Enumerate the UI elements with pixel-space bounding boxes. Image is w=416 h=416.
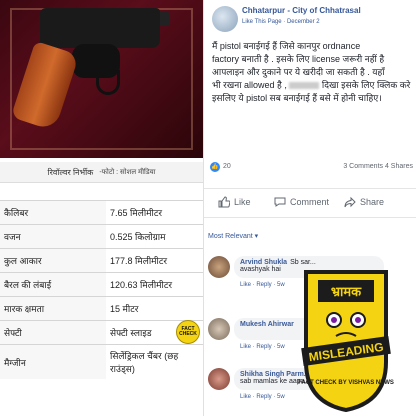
spec-row: मैग्जीन सिलेंड्रिकल चैंबर (छह राउंड्स) (0, 344, 203, 379)
post-line: मैं pistol बनाईगई हैं जिसे कानपुर ordnan… (212, 41, 361, 51)
misleading-badge: भ्रामक MISLEADING FACT CHECK BY VISHVAS … (298, 270, 394, 412)
spec-value: 177.8 मिलीमीटर (106, 248, 203, 273)
share-button[interactable]: Share (344, 196, 384, 208)
spec-key: मैग्जीन (0, 344, 106, 379)
photo-caption: रिवॉल्वर निर्भीक -फोटो : सोशल मीडिया (0, 162, 203, 183)
spec-key: वजन (0, 224, 106, 249)
spec-value: सिलेंड्रिकल चैंबर (छह राउंड्स) (106, 344, 203, 379)
comment-icon (274, 197, 286, 207)
spec-key: सेफ्टी (0, 320, 106, 345)
post-line: आपलाइन और दुकाने पर ये खरीदी जा सकती है … (212, 67, 385, 77)
fact-check-sticker: FACT CHECK (176, 320, 200, 344)
spec-table: कैलिबर 7.65 मिलीमीटर वजन 0.525 किलोग्राम क… (0, 200, 203, 379)
revolver-trigger-guard (96, 70, 120, 95)
commenter-avatar[interactable] (208, 256, 230, 278)
badge-pupil-left (331, 317, 337, 323)
comment-actions[interactable]: Like · Reply · 5w (240, 282, 285, 288)
post-body: मैं pistol बनाईगई हैं जिसे कानपुर ordnan… (212, 40, 412, 105)
like-button[interactable]: Like (218, 196, 251, 208)
badge-pupil-right (355, 317, 361, 323)
blurred-text (289, 82, 320, 90)
comment-actions[interactable]: Like · Reply · 5w (240, 394, 285, 400)
commenter-name[interactable]: Mukesh Ahirwar (240, 321, 294, 328)
spec-value: 7.65 मिलीमीटर (106, 200, 203, 225)
spec-key: कैलिबर (0, 200, 106, 225)
share-label: Share (360, 197, 385, 207)
post-meta: Like This Page · December 2 (242, 19, 320, 25)
comment-text-2: avashyak hai (240, 266, 281, 273)
page-name-link[interactable]: Chhatarpur - City of Chhatrasal (242, 6, 361, 15)
comment-label: Comment (290, 197, 330, 207)
spec-key: मारक क्षमता (0, 296, 106, 321)
comment-actions[interactable]: Like · Reply · 5w (240, 344, 285, 350)
like-label: Like (234, 197, 251, 207)
caption-title: रिवॉल्वर निर्भीक (47, 167, 94, 177)
badge-top-word: भ्रामक (331, 285, 362, 300)
post-line: भी रखना allowed है , दिखा इसके लिए क्लिक… (212, 79, 412, 92)
comment-sort-dropdown[interactable]: Most Relevant ▾ (208, 232, 258, 240)
spec-key: बैरल की लंबाई (0, 272, 106, 297)
spec-row: मारक क्षमता 15 मीटर (0, 296, 203, 321)
commenter-avatar[interactable] (208, 318, 230, 340)
left-panel: रिवॉल्वर निर्भीक -फोटो : सोशल मीडिया कैल… (0, 0, 203, 416)
spec-value: 15 मीटर (106, 296, 203, 321)
like-reaction-icon: 👍 (210, 162, 220, 172)
comment-button[interactable]: Comment (274, 196, 329, 208)
reaction-counts: 👍 20 3 Comments 4 Shares (210, 160, 415, 176)
comments-shares-count[interactable]: 3 Comments 4 Shares (343, 163, 413, 170)
post-line-text: दिखा इसके लिए क्लिक करे (321, 80, 411, 90)
share-icon (344, 196, 356, 208)
revolver-photo (0, 0, 203, 158)
spec-key: कुल आकार (0, 248, 106, 273)
post-actions: Like Comment Share (204, 188, 416, 218)
page-avatar[interactable] (212, 6, 238, 32)
spec-row: कैलिबर 7.65 मिलीमीटर (0, 200, 203, 225)
post-line: इसलिए ये pistol सब बनाईगई हैं बसे में हो… (212, 93, 382, 103)
commenter-name[interactable]: Arvind Shukla (240, 259, 287, 266)
revolver-frame (40, 8, 160, 48)
spec-row: वजन 0.525 किलोग्राम (0, 224, 203, 249)
post-date[interactable]: December 2 (287, 19, 320, 25)
spec-row: सेफ्टी सेफ्टी स्लाइड (0, 320, 203, 345)
badge-footer: FACT CHECK BY VISHVAS NEWS (298, 380, 394, 386)
spec-row: बैरल की लंबाई 120.63 मिलीमीटर (0, 272, 203, 297)
spec-value: 120.63 मिलीमीटर (106, 272, 203, 297)
commenter-avatar[interactable] (208, 368, 230, 390)
like-count[interactable]: 20 (223, 163, 231, 170)
spec-value: 0.525 किलोग्राम (106, 224, 203, 249)
post-line: factory बनाती है . इसके लिए license जरूर… (212, 54, 385, 64)
like-page-link[interactable]: Like This Page (242, 19, 282, 25)
thumbs-up-icon (218, 196, 230, 208)
caption-source: -फोटो : सोशल मीडिया (99, 168, 156, 176)
spec-row: कुल आकार 177.8 मिलीमीटर (0, 248, 203, 273)
post-line-text: भी रखना allowed है , (212, 80, 287, 90)
